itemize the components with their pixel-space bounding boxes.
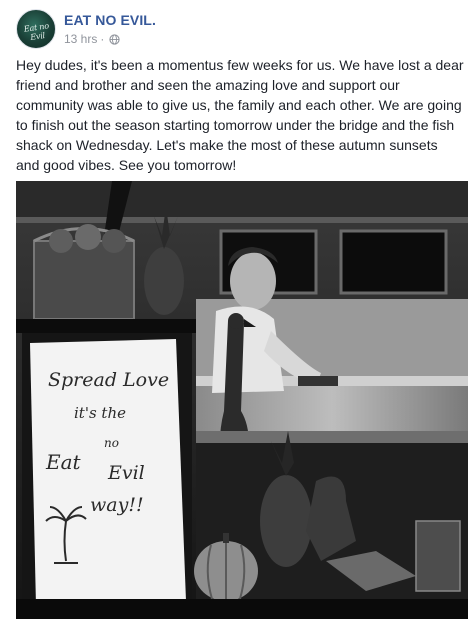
sign-line-6: way!! bbox=[90, 494, 144, 516]
sign-line-5: Evil bbox=[107, 462, 145, 484]
sign-line-4: no bbox=[104, 436, 119, 450]
page-avatar[interactable]: Eat no Evil bbox=[16, 9, 56, 49]
facebook-post: Eat no Evil EAT NO EVIL. 13 hrs · Hey du… bbox=[0, 0, 474, 636]
avatar-logo-text: Eat no Evil bbox=[23, 21, 50, 42]
post-photo[interactable]: Spread Love it's the Eat no Evil way!! bbox=[16, 181, 468, 619]
sign-line-1: Spread Love bbox=[48, 369, 169, 391]
meta-separator: · bbox=[100, 32, 105, 46]
post-timestamp[interactable]: 13 hrs bbox=[64, 32, 97, 46]
photo-scene: Spread Love it's the Eat no Evil way!! bbox=[16, 181, 468, 619]
post-meta: 13 hrs · bbox=[64, 32, 120, 46]
globe-icon[interactable] bbox=[109, 33, 120, 45]
post-header: Eat no Evil EAT NO EVIL. 13 hrs · bbox=[16, 9, 456, 49]
sign-line-3: Eat bbox=[45, 450, 82, 474]
page-name-link[interactable]: EAT NO EVIL. bbox=[64, 12, 156, 28]
post-body-text: Hey dudes, it's been a momentus few week… bbox=[16, 57, 464, 173]
sign-line-2: it's the bbox=[74, 404, 126, 422]
